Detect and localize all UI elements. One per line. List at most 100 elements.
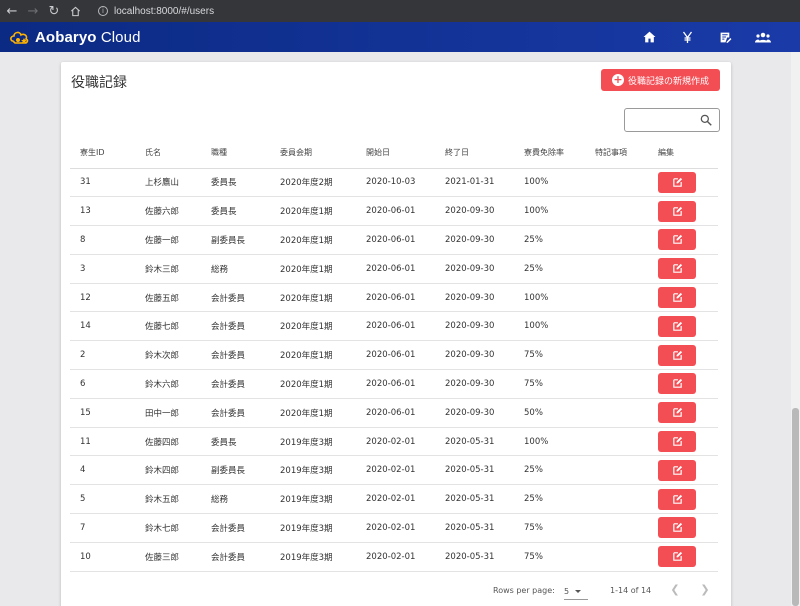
create-record-button[interactable]: + 役職記録の新規作成 [601,69,720,91]
page-scrollbar[interactable] [791,52,800,606]
records-icon[interactable] [706,22,744,52]
plus-icon: + [611,73,624,86]
edit-icon [672,436,682,446]
edit-button[interactable] [658,287,696,309]
address-bar[interactable]: localhost:8000/#/users [114,6,214,17]
edit-cell [648,254,718,284]
edit-button[interactable] [658,373,696,395]
edit-button[interactable] [658,258,696,280]
table-cell: 佐藤三郎 [135,542,201,572]
edit-cell [648,168,718,198]
site-info-icon[interactable]: i [98,6,108,16]
yen-icon[interactable] [668,22,706,52]
table-cell: 10 [70,542,135,572]
column-header: 委員会期 [270,138,356,169]
forward-arrow-icon[interactable]: → [24,2,42,20]
table-cell: 委員長 [201,427,270,457]
table-cell: 2020-06-01 [356,196,435,227]
home-nav-icon[interactable] [630,22,668,52]
back-arrow-icon[interactable]: ← [3,2,21,20]
table-cell: 2020-02-01 [356,427,435,457]
edit-button[interactable] [658,546,696,568]
rows-per-page-label: Rows per page: [493,586,555,595]
table-cell: 2020-02-01 [356,513,435,543]
table-cell: 2020-09-30 [435,225,514,255]
table-cell [585,369,648,399]
table-cell: 2020年度1期 [270,311,356,342]
table-cell: 25% [514,225,585,255]
positions-table: 寮生ID 氏名 職種 委員会期 開始日 終了日 寮費免除率 特記事項 編集 31 上杉鷹山 委員長 2… [70,138,718,572]
home-icon[interactable] [66,2,84,20]
table-cell: 委員長 [201,196,270,227]
table-cell: 会計委員 [201,369,270,399]
table-row: 13 佐藤六郎 委員長 2020年度1期 2020-06-01 2020-09-30 100… [70,196,718,227]
column-header: 終了日 [435,138,514,169]
table-cell: 鈴木四郎 [135,455,201,486]
table-cell: 8 [70,225,135,255]
table-cell: 会計委員 [201,283,270,313]
table-cell: 2020-09-30 [435,398,514,428]
pagination-bar: Rows per page: 5 1-14 of 14 ❮ ❯ [61,579,731,606]
table-cell: 2020-06-01 [356,225,435,255]
edit-cell [648,196,718,227]
table-cell: 会計委員 [201,513,270,543]
rows-per-page-select[interactable]: 5 [564,583,588,600]
table-cell: 2020年度1期 [270,225,356,255]
edit-button[interactable] [658,431,696,453]
edit-button[interactable] [658,517,696,539]
table-cell [585,283,648,313]
edit-icon [672,206,682,216]
table-cell: 100% [514,196,585,227]
edit-button[interactable] [658,344,696,366]
dropdown-caret-icon [575,589,582,593]
edit-icon [672,321,682,331]
table-cell [585,340,648,371]
table-cell: 2020-09-30 [435,340,514,371]
edit-cell [648,225,718,255]
table-cell: 3 [70,254,135,284]
search-icon[interactable] [699,113,713,127]
table-cell: 佐藤六郎 [135,196,201,227]
column-header: 寮費免除率 [514,138,585,169]
search-field[interactable] [624,108,720,132]
reload-icon[interactable]: ↻ [45,2,63,20]
search-input[interactable] [629,111,697,131]
table-cell: 2020-06-01 [356,311,435,342]
logo-icon[interactable] [9,26,31,48]
edit-cell [648,283,718,313]
edit-cell [648,513,718,543]
edit-button[interactable] [658,200,696,222]
edit-icon [672,408,682,418]
prev-page-icon[interactable]: ❮ [668,583,682,597]
table-cell: 2 [70,340,135,371]
table-cell: 5 [70,484,135,515]
table-cell: 2020-09-30 [435,196,514,227]
edit-cell [648,427,718,457]
table-cell: 2020年度1期 [270,340,356,371]
edit-button[interactable] [658,229,696,251]
table-cell: 100% [514,283,585,313]
table-cell: 2019年度3期 [270,542,356,572]
table-cell: 2020-05-31 [435,484,514,515]
edit-button[interactable] [658,171,696,193]
table-cell: 2020年度1期 [270,369,356,399]
table-cell: 鈴木次郎 [135,340,201,371]
next-page-icon[interactable]: ❯ [698,583,712,597]
edit-cell [648,369,718,399]
table-cell: 2020-06-01 [356,340,435,371]
table-row: 14 佐藤七郎 会計委員 2020年度1期 2020-06-01 2020-09-30 10… [70,311,718,342]
table-row: 8 佐藤一郎 副委員長 2020年度1期 2020-06-01 2020-09-30 25% [70,225,718,255]
edit-button[interactable] [658,315,696,337]
table-header-row: 寮生ID 氏名 職種 委員会期 開始日 終了日 寮費免除率 特記事項 編集 [70,138,718,169]
table-cell: 11 [70,427,135,457]
scrollbar-thumb[interactable] [792,408,799,606]
edit-button[interactable] [658,402,696,424]
brand-name[interactable]: Aobaryo Cloud [35,29,141,46]
table-cell: 会計委員 [201,398,270,428]
users-icon[interactable] [744,22,782,52]
edit-button[interactable] [658,459,696,481]
edit-button[interactable] [658,488,696,510]
edit-cell [648,340,718,371]
table-cell: 15 [70,398,135,428]
table-row: 31 上杉鷹山 委員長 2020年度2期 2020-10-03 2021-01-31 100… [70,168,718,198]
